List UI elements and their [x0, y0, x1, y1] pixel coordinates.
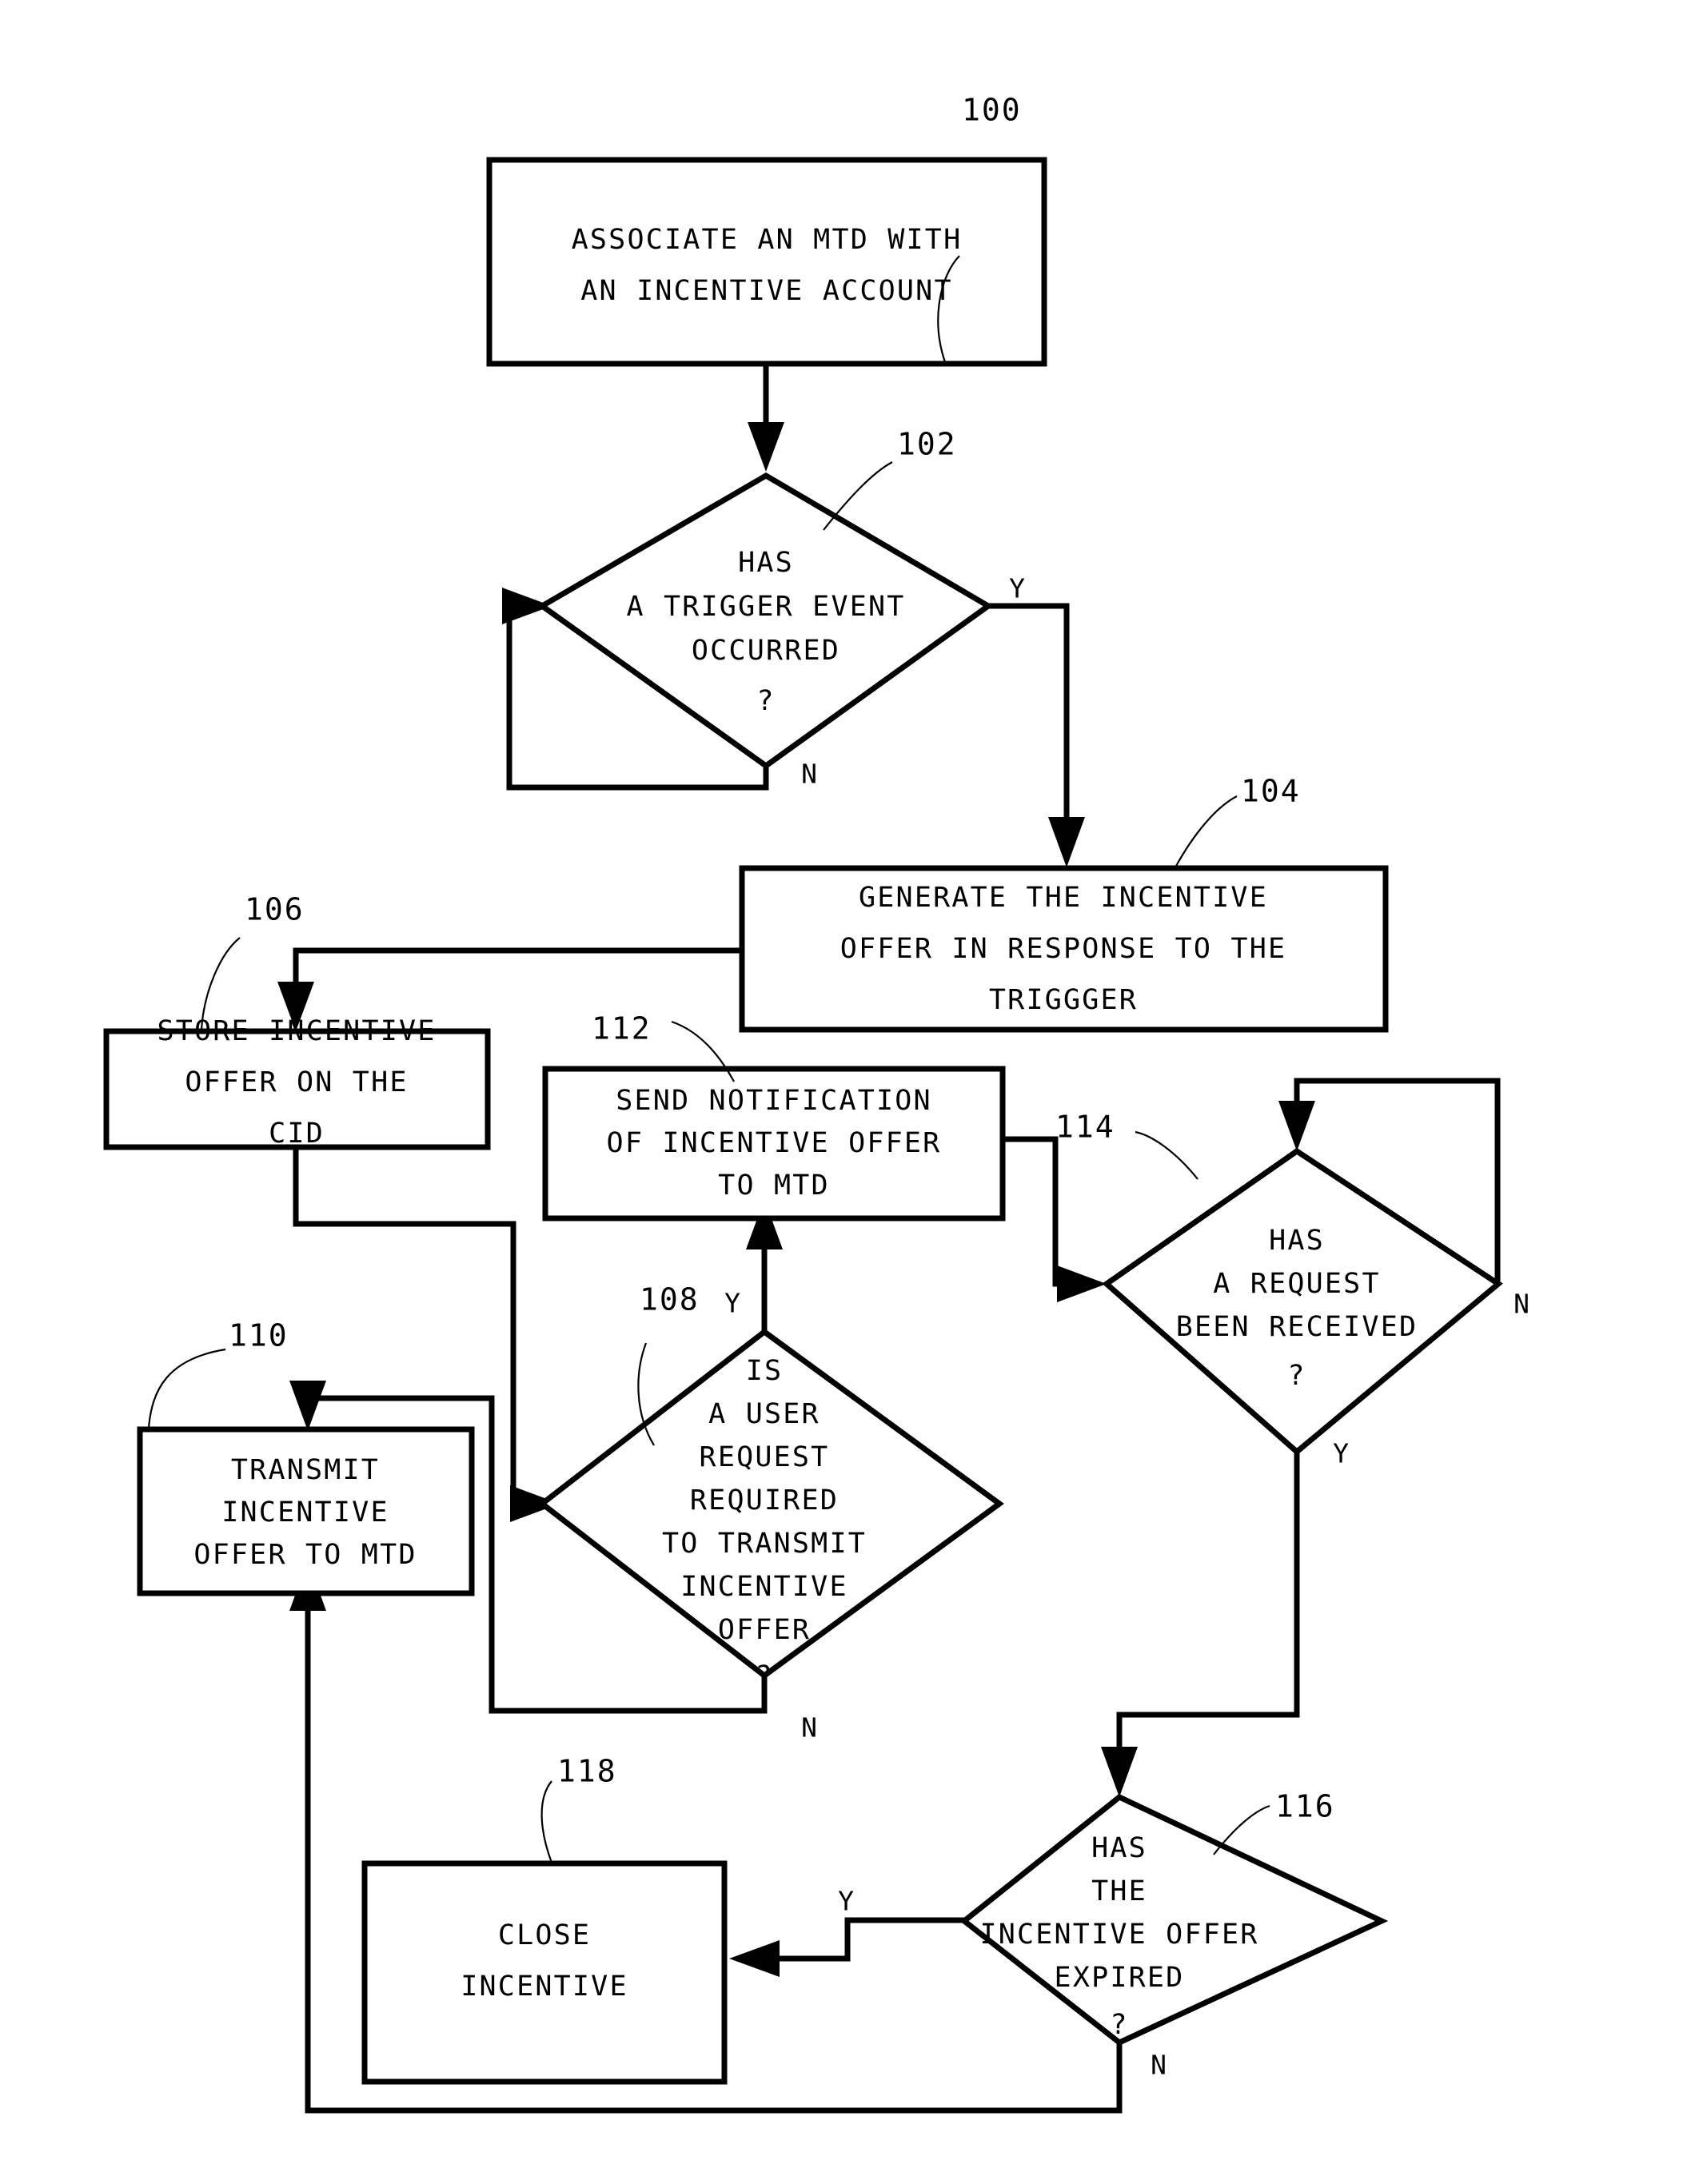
branch-label-116-yes: Y [838, 1886, 854, 1917]
figure-root: ASSOCIATE AN MTD WITH AN INCENTIVE ACCOU… [0, 0, 1699, 2184]
node-106-line-2: OFFER ON THE [185, 1066, 408, 1098]
connector-116-yes-to-118 [729, 1917, 964, 1977]
node-114-request-received[interactable]: HAS A REQUEST BEEN RECEIVED ? [1102, 1147, 1503, 1456]
ref-number-106: 106 [245, 892, 305, 927]
node-108-line-1: IS [746, 1355, 784, 1387]
node-104-line-3: TRIGGGER [989, 984, 1138, 1016]
branch-label-102-yes: Y [1009, 573, 1025, 604]
ref-number-114: 114 [1055, 1110, 1115, 1145]
node-100-line-2: AN INCENTIVE ACCOUNT [580, 275, 952, 307]
node-114-line-1: HAS [1269, 1225, 1325, 1257]
node-102-line-3: OCCURRED [692, 635, 840, 667]
node-116-line-5: ? [1110, 2009, 1128, 2041]
node-106-line-3: CID [269, 1118, 325, 1150]
ref-label-110: 110 [147, 1318, 289, 1429]
connector-112-to-114 [1003, 1136, 1107, 1302]
node-100-line-1: ASSOCIATE AN MTD WITH [572, 224, 963, 256]
node-118-line-2: INCENTIVE [461, 1971, 628, 2003]
node-112-send-notification[interactable]: SEND NOTIFICATION OF INCENTIVE OFFER TO … [542, 1066, 1006, 1222]
node-104-line-1: GENERATE THE INCENTIVE [859, 882, 1268, 914]
branch-label-108-yes: Y [724, 1288, 740, 1319]
node-102-trigger-event[interactable]: HAS A TRIGGER EVENT OCCURRED ? [536, 472, 994, 770]
ref-number-118: 118 [557, 1754, 617, 1789]
node-114-line-4: ? [1287, 1360, 1306, 1392]
node-112-line-3: TO MTD [718, 1170, 830, 1202]
node-116-line-1: HAS [1091, 1832, 1147, 1864]
ref-number-112: 112 [592, 1011, 652, 1046]
flowchart-diagram: ASSOCIATE AN MTD WITH AN INCENTIVE ACCOU… [103, 93, 1529, 2114]
ref-number-108: 108 [640, 1282, 700, 1317]
ref-number-100: 100 [962, 93, 1022, 128]
ref-label-102: 102 [823, 427, 957, 531]
node-104-generate-offer[interactable]: GENERATE THE INCENTIVE OFFER IN RESPONSE… [739, 865, 1389, 1033]
node-118-close-incentive[interactable]: CLOSE INCENTIVE [361, 1860, 728, 2085]
node-108-line-4: REQUIRED [690, 1485, 839, 1516]
node-108-line-6: INCENTIVE [680, 1571, 848, 1603]
node-106-store-offer[interactable]: STORE INCENTIVE OFFER ON THE CID [103, 1015, 491, 1150]
node-114-line-3: BEEN RECEIVED [1176, 1311, 1418, 1343]
ref-label-104: 104 [1175, 774, 1301, 868]
ref-number-102: 102 [897, 427, 957, 462]
node-118-line-1: CLOSE [498, 1919, 591, 1951]
ref-label-116: 116 [1213, 1789, 1335, 1855]
ref-label-118: 118 [540, 1754, 617, 1863]
node-102-line-2: A TRIGGER EVENT [626, 591, 905, 623]
ref-number-110: 110 [229, 1318, 289, 1353]
branch-label-102-no: N [801, 759, 817, 790]
node-102-line-4: ? [756, 685, 775, 717]
connector-102-yes-to-104 [988, 603, 1085, 867]
branch-label-108-no: N [801, 1712, 817, 1744]
node-116-line-3: INCENTIVE OFFER [979, 1919, 1258, 1951]
node-104-line-2: OFFER IN RESPONSE TO THE [840, 933, 1287, 965]
node-108-line-5: TO TRANSMIT [662, 1528, 867, 1560]
node-100-associate-mtd[interactable]: ASSOCIATE AN MTD WITH AN INCENTIVE ACCOU… [486, 157, 1047, 367]
node-116-line-2: THE [1091, 1875, 1147, 1907]
node-108-line-7: OFFER [718, 1614, 811, 1646]
connector-114-yes-to-116 [1101, 1453, 1300, 1797]
node-110-transmit-offer[interactable]: TRANSMIT INCENTIVE OFFER TO MTD [137, 1426, 475, 1596]
node-108-user-request-required[interactable]: IS A USER REQUEST REQUIRED TO TRANSMIT I… [537, 1328, 1004, 1692]
node-110-line-3: OFFER TO MTD [193, 1539, 417, 1571]
ref-label-114: 114 [1055, 1110, 1198, 1180]
branch-label-114-yes: Y [1333, 1438, 1349, 1469]
node-112-line-1: SEND NOTIFICATION [616, 1085, 932, 1117]
connector-100-to-102 [748, 364, 784, 472]
node-108-line-2: A USER [708, 1398, 820, 1430]
node-114-line-2: A REQUEST [1213, 1268, 1380, 1300]
node-110-line-1: TRANSMIT [231, 1454, 380, 1486]
node-112-line-2: OF INCENTIVE OFFER [607, 1127, 942, 1159]
node-108-line-8: ? [755, 1660, 773, 1692]
branch-label-116-no: N [1151, 2050, 1167, 2081]
ref-number-116: 116 [1275, 1789, 1335, 1824]
node-116-offer-expired[interactable]: HAS THE INCENTIVE OFFER EXPIRED ? [959, 1793, 1389, 2047]
node-110-line-2: INCENTIVE [221, 1497, 389, 1528]
node-106-line-1: STORE INCENTIVE [157, 1015, 436, 1047]
node-116-line-4: EXPIRED [1055, 1962, 1185, 1994]
node-102-line-1: HAS [738, 547, 794, 579]
branch-label-114-no: N [1514, 1289, 1529, 1320]
node-108-line-3: REQUEST [700, 1441, 830, 1473]
ref-number-104: 104 [1241, 774, 1301, 809]
